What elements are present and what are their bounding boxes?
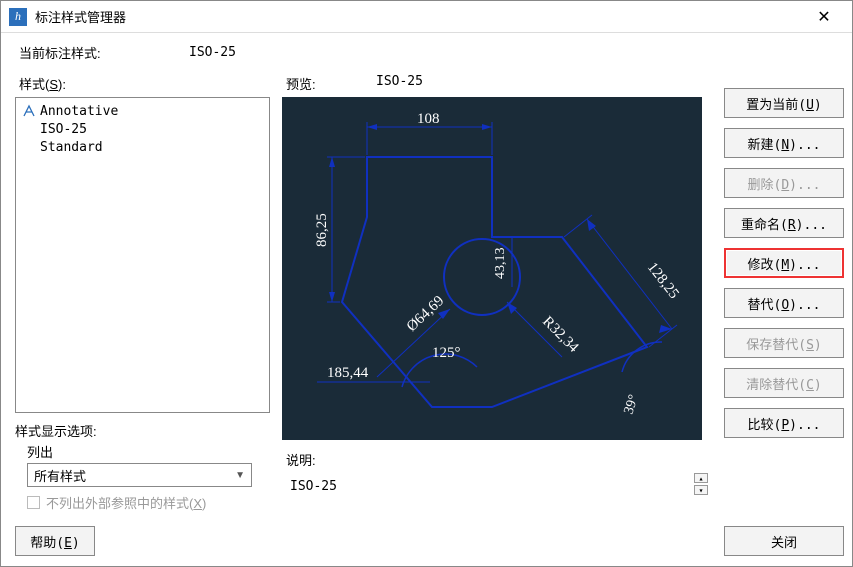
dim-left: 86,25 — [314, 213, 330, 247]
help-button[interactable]: 帮助(E) — [15, 526, 95, 556]
new-button[interactable]: 新建(N)... — [724, 128, 844, 158]
window-title: 标注样式管理器 — [35, 7, 804, 26]
dim-top: 108 — [417, 111, 440, 127]
display-options: 样式显示选项: 列出 所有样式 ▼ 不列出外部参照中的样式(X) 帮助(E) — [15, 413, 270, 556]
checkbox-icon[interactable] — [27, 496, 40, 509]
current-style-value: ISO-25 — [189, 45, 236, 60]
list-item[interactable]: Annotative — [22, 102, 263, 120]
list-item[interactable]: ISO-25 — [22, 120, 263, 138]
dim-corner-angle: 39° — [622, 393, 642, 416]
styles-column: 样式(S): Annotative ISO-25 Standard 样式显示选项… — [15, 70, 270, 556]
override-button[interactable]: 替代(O)... — [724, 288, 844, 318]
xref-checkbox-label: 不列出外部参照中的样式(X) — [46, 493, 206, 512]
close-button[interactable]: 关闭 — [724, 526, 844, 556]
preview-column: 预览: ISO-25 108 — [282, 70, 712, 556]
styles-filter-select[interactable]: 所有样式 ▼ — [27, 463, 252, 487]
chevron-up-icon[interactable]: ▴ — [694, 473, 708, 483]
annotative-icon — [22, 104, 36, 118]
clear-override-button: 清除替代(C) — [724, 368, 844, 398]
list-out-label: 列出 — [27, 442, 270, 461]
preview-canvas: 108 86,25 Ø64,69 43,13 — [282, 97, 702, 440]
delete-button: 删除(D)... — [724, 168, 844, 198]
current-style-label: 当前标注样式: — [19, 43, 189, 62]
display-options-header: 样式显示选项: — [15, 421, 270, 440]
styles-label: 样式(S): — [19, 74, 270, 93]
dim-radius: R32,34 — [539, 314, 582, 357]
description-value: ISO-25 — [290, 479, 337, 494]
rename-button[interactable]: 重命名(R)... — [724, 208, 844, 238]
close-icon[interactable]: ✕ — [804, 3, 844, 31]
xref-checkbox-row[interactable]: 不列出外部参照中的样式(X) — [27, 493, 270, 512]
compare-button[interactable]: 比较(P)... — [724, 408, 844, 438]
list-item-label: ISO-25 — [40, 122, 87, 137]
content-area: 当前标注样式: ISO-25 样式(S): Annotative ISO-25 … — [1, 33, 852, 566]
list-item-label: Standard — [40, 140, 103, 155]
description-label: 说明: — [286, 450, 712, 469]
dim-vert-small: 43,13 — [493, 248, 508, 280]
dim-right: 128,25 — [644, 260, 682, 302]
description-value-box: ISO-25 ▴ ▾ — [282, 469, 712, 503]
save-override-button: 保存替代(S) — [724, 328, 844, 358]
list-item[interactable]: Standard — [22, 138, 263, 156]
styles-listbox[interactable]: Annotative ISO-25 Standard — [15, 97, 270, 413]
modify-button[interactable]: 修改(M)... — [724, 248, 844, 278]
select-value: 所有样式 — [34, 466, 86, 485]
dialog-window: h 标注样式管理器 ✕ 当前标注样式: ISO-25 样式(S): Annota… — [0, 0, 853, 567]
preview-label-row: 预览: ISO-25 — [286, 74, 712, 93]
preview-style-name: ISO-25 — [376, 74, 423, 93]
dim-bottom: 185,44 — [327, 365, 369, 381]
preview-label: 预览: — [286, 74, 376, 93]
titlebar: h 标注样式管理器 ✕ — [1, 1, 852, 33]
description-spinner[interactable]: ▴ ▾ — [694, 473, 708, 495]
button-column: 置为当前(U) 新建(N)... 删除(D)... 重命名(R)... 修改(M… — [724, 70, 844, 556]
chevron-down-icon[interactable]: ▾ — [694, 485, 708, 495]
description-section: 说明: ISO-25 ▴ ▾ — [282, 446, 712, 503]
dim-angle: 125° — [432, 345, 461, 361]
app-icon: h — [9, 8, 27, 26]
list-item-label: Annotative — [40, 104, 118, 119]
set-current-button[interactable]: 置为当前(U) — [724, 88, 844, 118]
current-style-row: 当前标注样式: ISO-25 — [15, 43, 844, 62]
chevron-down-icon: ▼ — [235, 470, 245, 481]
